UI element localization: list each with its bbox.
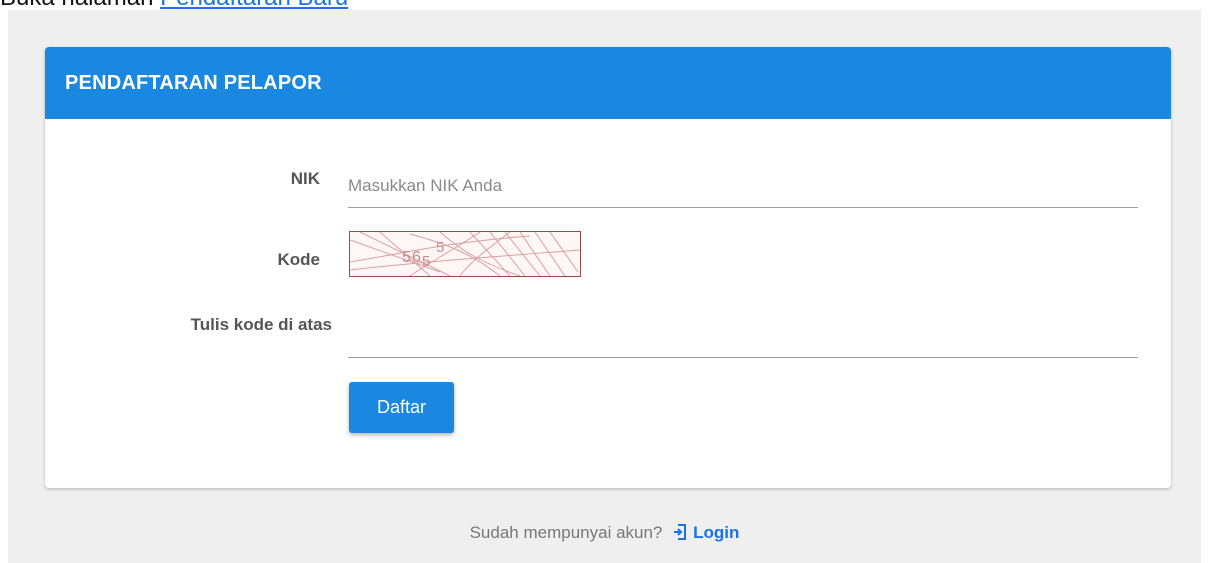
captcha-graphic: 5 6 5 5 [349, 231, 581, 277]
daftar-button[interactable]: Daftar [349, 382, 454, 433]
footer: Sudah mempunyai akun? Login [0, 523, 1209, 545]
login-link[interactable]: Login [693, 523, 739, 542]
top-notice: Buka halaman Pendaftaran Baru [0, 0, 348, 10]
kode-label: Kode [277, 250, 321, 269]
footer-question: Sudah mempunyai akun? [469, 523, 663, 542]
registration-card: PENDAFTARAN PELAPOR NIK Kode 5 6 5 5 Tul… [45, 47, 1171, 488]
card-title: PENDAFTARAN PELAPOR [45, 47, 1171, 119]
captcha-input[interactable] [348, 315, 1138, 358]
nik-label: NIK [290, 169, 320, 188]
svg-text:6: 6 [412, 249, 421, 266]
svg-text:5: 5 [402, 249, 411, 266]
svg-text:5: 5 [422, 253, 430, 270]
login-icon[interactable] [673, 524, 687, 545]
nik-input[interactable] [348, 165, 1138, 208]
captcha-image: 5 6 5 5 [349, 231, 581, 277]
tulis-kode-label: Tulis kode di atas [190, 315, 332, 334]
svg-text:5: 5 [436, 239, 444, 256]
